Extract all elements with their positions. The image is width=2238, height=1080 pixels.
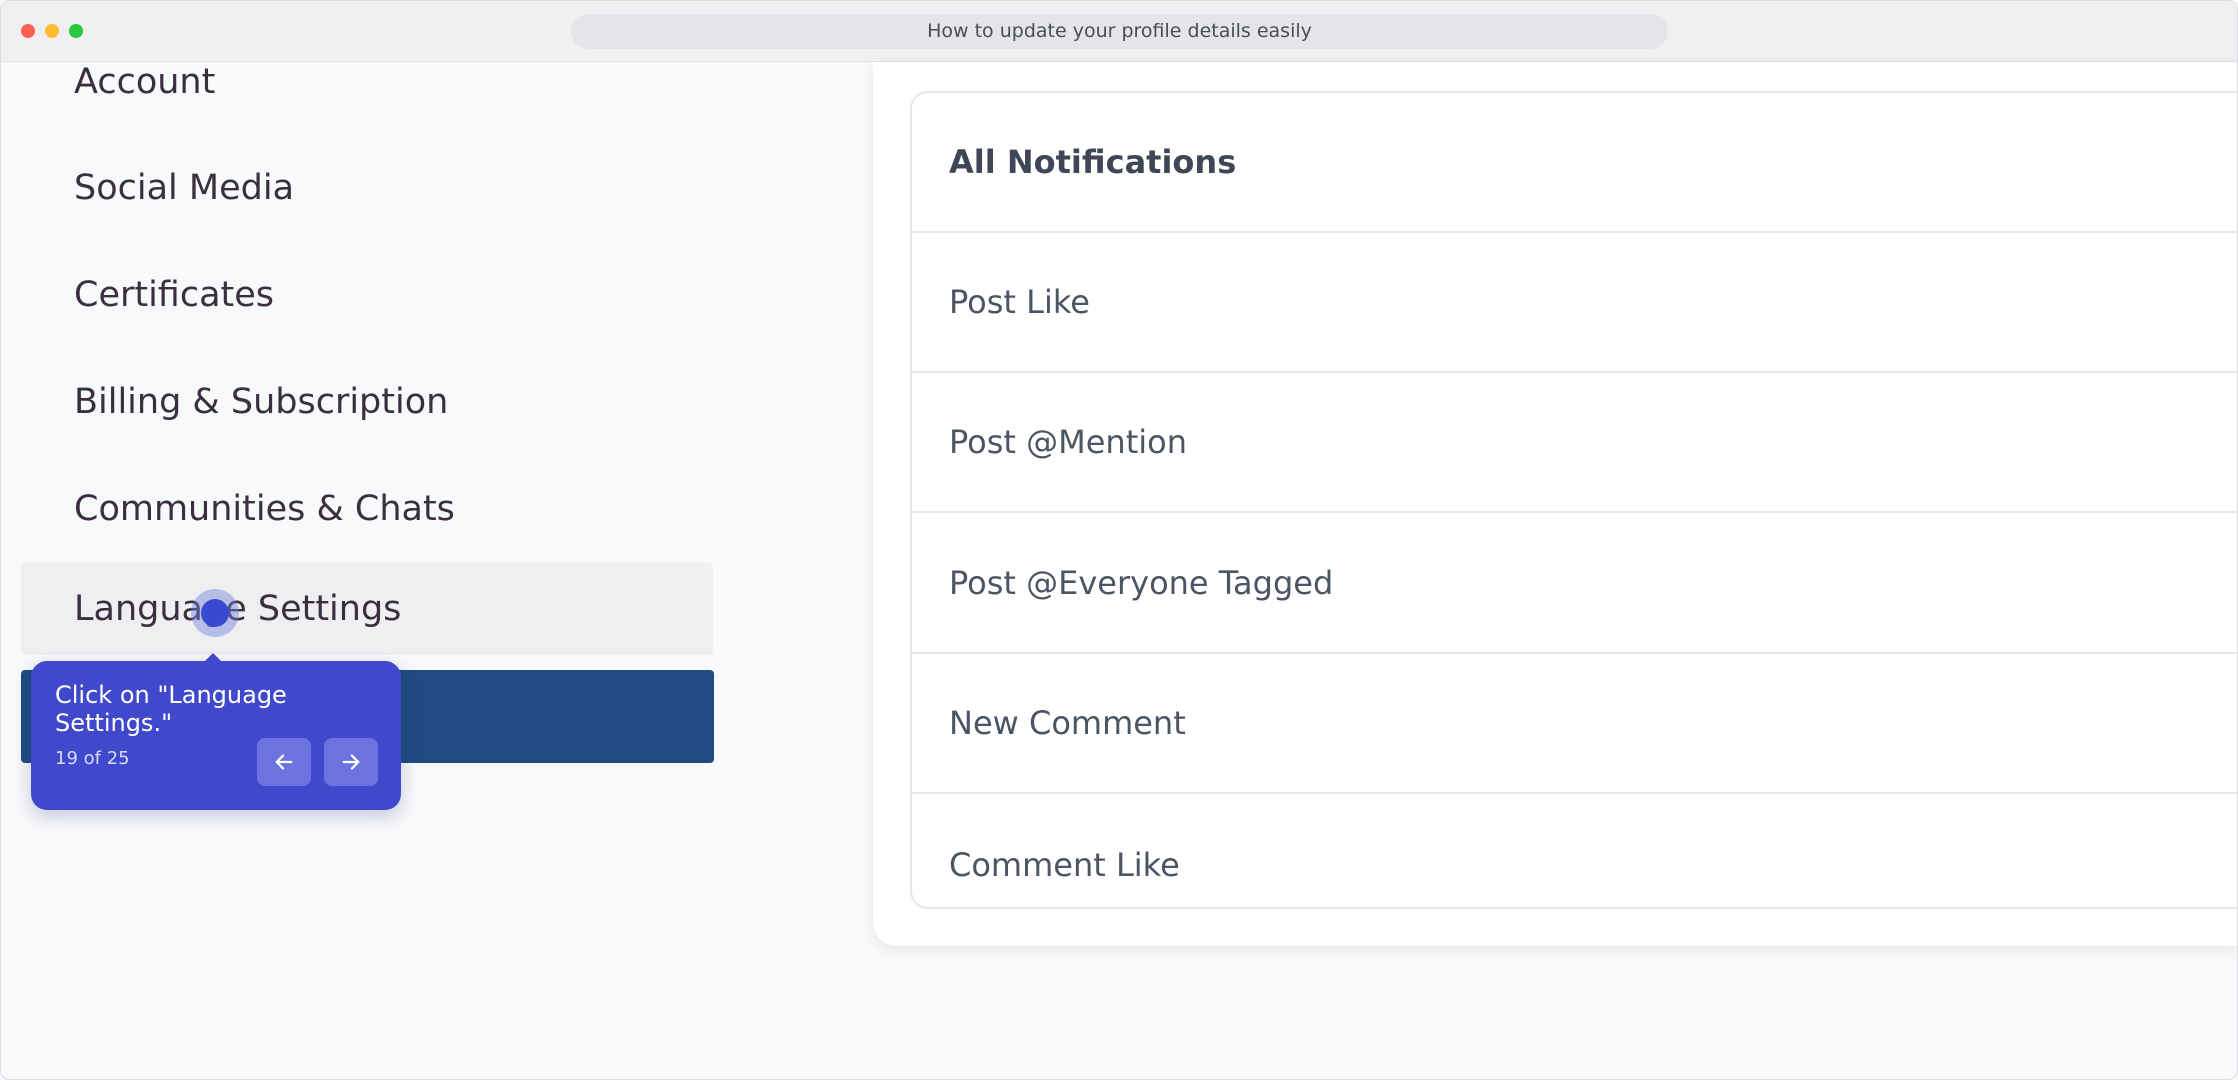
notification-label: Post @Everyone Tagged <box>949 564 1334 602</box>
sidebar-item-certificates[interactable]: Certificates <box>21 249 713 341</box>
notification-row-new-comment[interactable]: New Comment <box>912 654 2237 794</box>
sidebar-item-communities-chats[interactable]: Communities & Chats <box>21 463 713 555</box>
browser-window: How to update your profile details easil… <box>0 0 2238 1080</box>
notification-label: Comment Like <box>949 846 1180 884</box>
notification-label: Post @Mention <box>949 423 1187 461</box>
tooltip-instruction: Click on "Language Settings." <box>55 681 287 737</box>
notifications-header-label: All Notifications <box>949 143 1237 181</box>
notification-label: New Comment <box>949 704 1186 742</box>
notification-label: Post Like <box>949 283 1090 321</box>
sidebar-item-account[interactable]: Account <box>21 36 713 128</box>
notifications-list: All Notifications Post Like Post @Mentio… <box>910 91 2237 909</box>
previous-step-button[interactable] <box>257 738 311 786</box>
sidebar-item-billing-subscription[interactable]: Billing & Subscription <box>21 356 713 448</box>
sidebar-item-social-media[interactable]: Social Media <box>21 142 713 234</box>
notifications-header: All Notifications <box>912 93 2237 233</box>
sidebar-item-language-settings[interactable]: Language Settings <box>21 563 713 655</box>
sidebar-item-label: Billing & Subscription <box>74 382 449 422</box>
guide-tooltip: Click on "Language Settings." 19 of 25 <box>31 661 401 810</box>
sidebar-item-label: Communities & Chats <box>74 489 455 529</box>
window-title: How to update your profile details easil… <box>571 14 1668 49</box>
sidebar-item-label: Certificates <box>74 275 275 315</box>
notification-row-comment-like[interactable]: Comment Like <box>912 795 2237 907</box>
sidebar-item-label: Social Media <box>74 168 295 208</box>
tooltip-step-counter: 19 of 25 <box>55 748 130 769</box>
notification-row-post-mention[interactable]: Post @Mention <box>912 373 2237 513</box>
notification-row-post-everyone-tagged[interactable]: Post @Everyone Tagged <box>912 514 2237 654</box>
arrow-right-icon <box>342 754 360 770</box>
click-hotspot-dot[interactable] <box>201 599 229 627</box>
settings-sidebar: Account Social Media Certificates Billin… <box>1 62 871 1079</box>
notification-row-post-like[interactable]: Post Like <box>912 233 2237 373</box>
arrow-left-icon <box>275 754 293 770</box>
sidebar-item-label: Account <box>74 62 216 102</box>
next-step-button[interactable] <box>324 738 378 786</box>
